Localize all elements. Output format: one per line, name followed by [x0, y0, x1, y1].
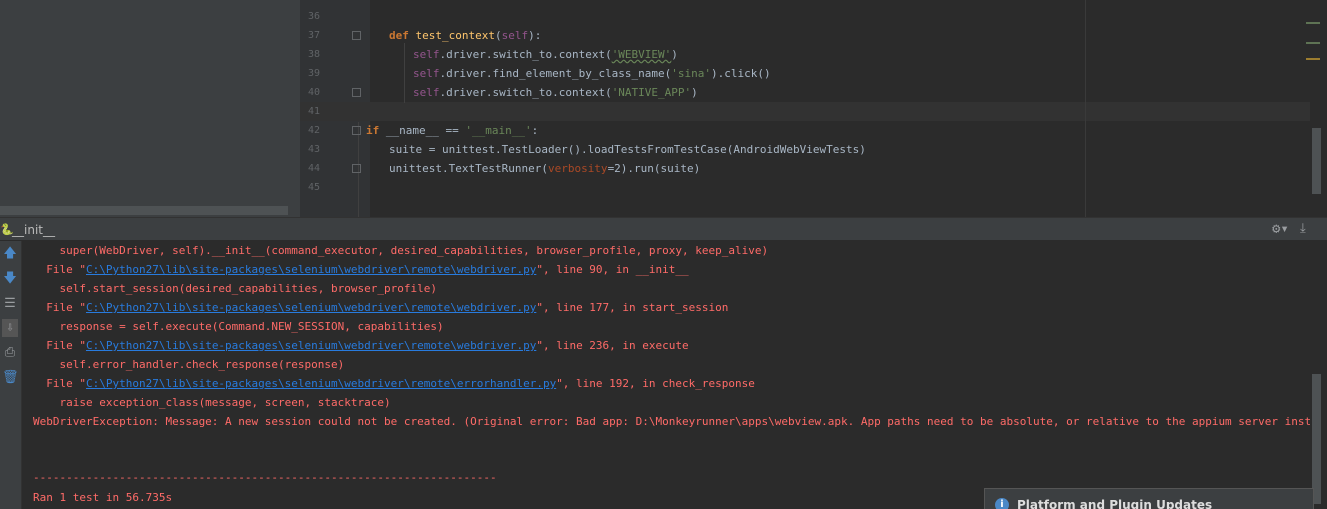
code-line-partial: ▔▔▔▔▔▔▔▔ — [408, 0, 461, 5]
string-literal: 'NATIVE_APP' — [611, 86, 692, 99]
python-icon: 🐍 — [0, 223, 14, 236]
code-token: ) — [671, 48, 678, 61]
console-line: self.start_session(desired_capabilities,… — [33, 282, 437, 295]
stripe-marker[interactable] — [1306, 58, 1320, 60]
fold-marker-icon[interactable] — [352, 126, 361, 135]
stripe-marker[interactable] — [1306, 22, 1320, 24]
console-text: ", line 177, in start_session — [536, 301, 729, 314]
console-line: File "C:\Python27\lib\site-packages\sele… — [33, 339, 689, 352]
soft-wrap-icon[interactable]: ☰ — [2, 295, 18, 313]
code-token: == — [438, 124, 466, 137]
info-icon: i — [995, 498, 1009, 509]
function-name: test_context — [415, 29, 495, 42]
arrow-down-icon[interactable]: 🡇 — [2, 270, 18, 288]
code-token: self — [413, 86, 440, 99]
fold-marker-icon[interactable] — [352, 31, 361, 40]
console-line: File "C:\Python27\lib\site-packages\sele… — [33, 301, 728, 314]
code-token: ).click() — [711, 67, 771, 80]
code-token: self — [413, 67, 440, 80]
console-line: self.error_handler.check_response(respon… — [33, 358, 345, 371]
code-line-37[interactable]: def test_context(self): — [389, 29, 541, 42]
notification-title: Platform and Plugin Updates — [1017, 498, 1213, 509]
code-token: .driver.switch_to.context( — [439, 48, 612, 61]
file-link[interactable]: C:\Python27\lib\site-packages\selenium\w… — [86, 263, 536, 276]
keyword: if — [366, 124, 380, 137]
stripe-marker[interactable] — [1306, 42, 1320, 44]
indent-guide — [404, 43, 405, 103]
code-line-38[interactable]: self.driver.switch_to.context('WEBVIEW') — [413, 48, 678, 61]
line-number: 44 — [307, 163, 320, 174]
console-scrollbar[interactable] — [1312, 374, 1321, 504]
line-number: 36 — [307, 11, 320, 22]
arrow-up-icon[interactable]: 🡅 — [2, 245, 18, 263]
console-text: File " — [33, 301, 86, 314]
trash-icon[interactable]: 🗑 — [2, 369, 19, 387]
console-text: File " — [33, 339, 86, 352]
console-line: response = self.execute(Command.NEW_SESS… — [33, 320, 444, 333]
code-token: =2).run(suite) — [607, 162, 701, 175]
right-margin-guide — [1085, 0, 1086, 217]
console-line: raise exception_class(message, screen, s… — [33, 396, 391, 409]
code-token: unittest.TextTestRunner( — [389, 162, 548, 175]
console-line: super(WebDriver, self).__init__(command_… — [33, 244, 769, 257]
update-notification[interactable]: i Platform and Plugin Updates — [984, 488, 1314, 509]
fold-marker-icon[interactable] — [352, 164, 361, 173]
pin-icon[interactable]: ⤓ — [1300, 221, 1306, 236]
line-number: 40 — [307, 87, 320, 98]
code-token: .driver.switch_to.context( — [439, 86, 612, 99]
console-text: ", line 192, in check_response — [556, 377, 755, 390]
keyword: def — [389, 29, 409, 42]
console-text: ", line 90, in __init__ — [536, 263, 689, 276]
code-token: __name__ — [385, 124, 439, 137]
code-token: self — [501, 29, 529, 42]
string-literal: 'WEBVIEW' — [611, 48, 672, 61]
print-icon[interactable]: ⎙ — [2, 344, 18, 362]
code-token: self — [413, 48, 440, 61]
console-line: File "C:\Python27\lib\site-packages\sele… — [33, 377, 755, 390]
run-tab-title[interactable]: __init__ — [12, 223, 55, 237]
code-line-43[interactable]: suite = unittest.TestLoader().loadTestsF… — [389, 143, 866, 156]
console-text: ", line 236, in execute — [536, 339, 689, 352]
code-line-40[interactable]: self.driver.switch_to.context('NATIVE_AP… — [413, 86, 698, 99]
code-line-42[interactable]: if __name__ == '__main__': — [366, 124, 538, 137]
scroll-to-end-icon[interactable]: ⇩ — [2, 319, 18, 337]
console-output[interactable]: super(WebDriver, self).__init__(command_… — [22, 241, 1310, 509]
line-number: 43 — [307, 144, 320, 155]
console-text: File " — [33, 377, 86, 390]
line-number: 41 — [307, 106, 320, 117]
code-line-44[interactable]: unittest.TextTestRunner(verbosity=2).run… — [389, 162, 700, 175]
fold-marker-icon[interactable] — [352, 88, 361, 97]
code-token: ( — [494, 29, 502, 42]
run-tool-window-header: 🐍 __init__ ⚙▾ ⤓ — [0, 217, 1327, 241]
code-token: .driver.find_element_by_class_name( — [439, 67, 672, 80]
file-link[interactable]: C:\Python27\lib\site-packages\selenium\w… — [86, 377, 556, 390]
code-token: verbosity — [547, 162, 608, 175]
string-literal: '__main__' — [465, 124, 532, 137]
line-number: 45 — [307, 182, 320, 193]
file-link[interactable]: C:\Python27\lib\site-packages\selenium\w… — [86, 339, 536, 352]
console-line: File "C:\Python27\lib\site-packages\sele… — [33, 263, 689, 276]
project-panel-scrollbar[interactable] — [0, 206, 288, 215]
console-text: File " — [33, 263, 86, 276]
editor-scrollbar[interactable] — [1312, 128, 1321, 194]
separator-line: ----------------------------------------… — [33, 471, 497, 484]
string-literal: 'sina' — [671, 67, 712, 80]
gear-icon[interactable]: ⚙▾ — [1272, 221, 1289, 237]
file-link[interactable]: C:\Python27\lib\site-packages\selenium\w… — [86, 301, 536, 314]
exception-message: WebDriverException: Message: A new sessi… — [33, 415, 1310, 428]
code-token: ) — [691, 86, 698, 99]
code-token: : — [531, 124, 539, 137]
code-line-39[interactable]: self.driver.find_element_by_class_name('… — [413, 67, 771, 80]
project-panel — [0, 0, 300, 217]
line-number: 42 — [307, 125, 320, 136]
line-number: 37 — [307, 30, 320, 41]
test-summary: Ran 1 test in 56.735s — [33, 491, 173, 504]
run-toolbar: 🡅 🡇 ☰ ⇩ ⎙ 🗑 — [0, 241, 22, 509]
line-number: 39 — [307, 68, 320, 79]
code-token: ): — [528, 29, 542, 42]
line-number: 38 — [307, 49, 320, 60]
current-line-highlight — [300, 102, 1310, 121]
